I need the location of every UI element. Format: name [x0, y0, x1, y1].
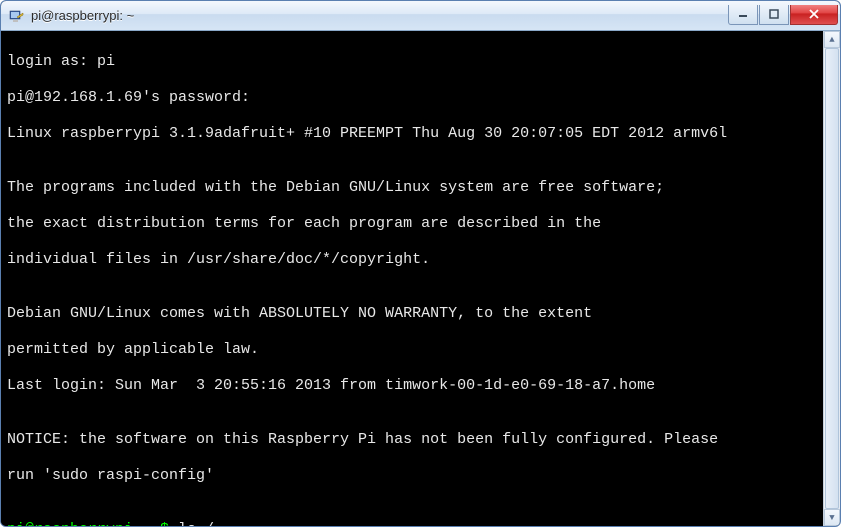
terminal-line: Linux raspberrypi 3.1.9adafruit+ #10 PRE… — [7, 125, 834, 143]
terminal-line: pi@192.168.1.69's password: — [7, 89, 834, 107]
scroll-down-button[interactable]: ▼ — [824, 509, 840, 526]
scroll-up-button[interactable]: ▲ — [824, 31, 840, 48]
close-button[interactable] — [790, 5, 838, 25]
scrollbar[interactable]: ▲ ▼ — [823, 31, 840, 526]
putty-window: pi@raspberrypi: ~ login as: pi pi@192.16… — [0, 0, 841, 527]
terminal-line: NOTICE: the software on this Raspberry P… — [7, 431, 834, 449]
putty-icon — [9, 8, 25, 24]
terminal-line: permitted by applicable law. — [7, 341, 834, 359]
prompt-line: pi@raspberrypi ~ $ ls / — [7, 521, 834, 526]
minimize-button[interactable] — [728, 5, 758, 25]
terminal-line: Last login: Sun Mar 3 20:55:16 2013 from… — [7, 377, 834, 395]
prompt-user: pi@raspberrypi — [7, 521, 133, 526]
maximize-button[interactable] — [759, 5, 789, 25]
terminal-line: Debian GNU/Linux comes with ABSOLUTELY N… — [7, 305, 834, 323]
terminal-line: the exact distribution terms for each pr… — [7, 215, 834, 233]
titlebar[interactable]: pi@raspberrypi: ~ — [1, 1, 840, 31]
scroll-track[interactable] — [824, 48, 840, 509]
scroll-thumb[interactable] — [825, 48, 839, 509]
terminal-line: The programs included with the Debian GN… — [7, 179, 834, 197]
terminal-line: run 'sudo raspi-config' — [7, 467, 834, 485]
terminal[interactable]: login as: pi pi@192.168.1.69's password:… — [1, 31, 840, 526]
terminal-line: individual files in /usr/share/doc/*/cop… — [7, 251, 834, 269]
window-controls — [728, 5, 838, 25]
window-title: pi@raspberrypi: ~ — [31, 8, 728, 23]
command: ls / — [178, 521, 214, 526]
prompt-sep: ~ $ — [133, 521, 178, 526]
terminal-line: login as: pi — [7, 53, 834, 71]
